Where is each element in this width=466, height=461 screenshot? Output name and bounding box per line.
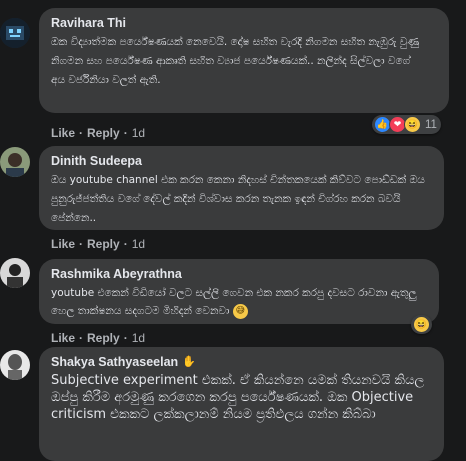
author-name: Shakya Sathyaseelan: [51, 355, 179, 369]
separator: ·: [123, 237, 128, 251]
avatar-image: [0, 147, 30, 177]
comment-actions: Like · Reply · 1d: [51, 126, 145, 140]
like-button[interactable]: Like: [51, 331, 75, 345]
comment-bubble: Dinith Sudeepa ඔය youtube channel එක කරන…: [39, 146, 444, 230]
avatar-image: [0, 18, 30, 48]
reply-button[interactable]: Reply: [87, 237, 120, 251]
comment-timestamp[interactable]: 1d: [132, 126, 145, 140]
like-button[interactable]: Like: [51, 126, 75, 140]
avatar-image: [0, 258, 30, 288]
reply-button[interactable]: Reply: [87, 126, 120, 140]
reply-button[interactable]: Reply: [87, 331, 120, 345]
comment-actions: Like · Reply · 1d: [51, 331, 145, 345]
comment-text: ඔය youtube channel එක කරන කෙනා නිදහස් චි…: [51, 174, 425, 224]
comment-bubble: Shakya Sathyaseelan ✋ Subjective experim…: [39, 347, 444, 461]
like-button[interactable]: Like: [51, 237, 75, 251]
comment-author[interactable]: Dinith Sudeepa: [51, 153, 432, 169]
separator: ·: [123, 331, 128, 345]
comment-author[interactable]: Rashmika Abeyrathna: [51, 266, 427, 282]
reaction-summary[interactable]: 😆: [411, 315, 432, 334]
haha-icon: 😆: [413, 316, 430, 333]
comment-text: Subjective experiment එකක්. ඒ කියන්නෙ යම…: [51, 373, 425, 422]
comment-bubble: Rashmika Abeyrathna youtube එකෙන් විඩියෝ…: [39, 259, 439, 324]
comment-timestamp[interactable]: 1d: [132, 237, 145, 251]
separator: ·: [79, 126, 84, 140]
separator: ·: [123, 126, 128, 140]
avatar-image: [0, 350, 30, 380]
avatar[interactable]: [0, 258, 30, 288]
avatar[interactable]: [0, 350, 30, 380]
haha-icon: 😆: [404, 116, 421, 133]
avatar[interactable]: [0, 18, 30, 48]
separator: ·: [79, 237, 84, 251]
separator: ·: [79, 331, 84, 345]
reaction-count: 11: [425, 118, 437, 131]
wave-hand-icon: ✋: [182, 356, 196, 368]
comment-timestamp[interactable]: 1d: [132, 331, 145, 345]
comment-author[interactable]: Ravihara Thi: [51, 15, 437, 31]
reaction-summary[interactable]: 👍 ❤ 😆 11: [372, 115, 441, 134]
grin-sweat-icon: 😅: [232, 303, 248, 319]
comment-text: ඔක විද්‍යාත්මක පර්යේෂණයක් නෙවෙයි. දෝෂ සහ…: [51, 36, 420, 86]
comment-author[interactable]: Shakya Sathyaseelan ✋: [51, 354, 432, 370]
comment-bubble: Ravihara Thi ඔක විද්‍යාත්මක පර්යේෂණයක් න…: [39, 8, 449, 113]
comment-text: youtube එකෙන් විඩියෝ වලට සල්ලි ගෙවන එක න…: [51, 284, 427, 320]
comment-actions: Like · Reply · 1d: [51, 237, 145, 251]
avatar[interactable]: [0, 147, 30, 177]
